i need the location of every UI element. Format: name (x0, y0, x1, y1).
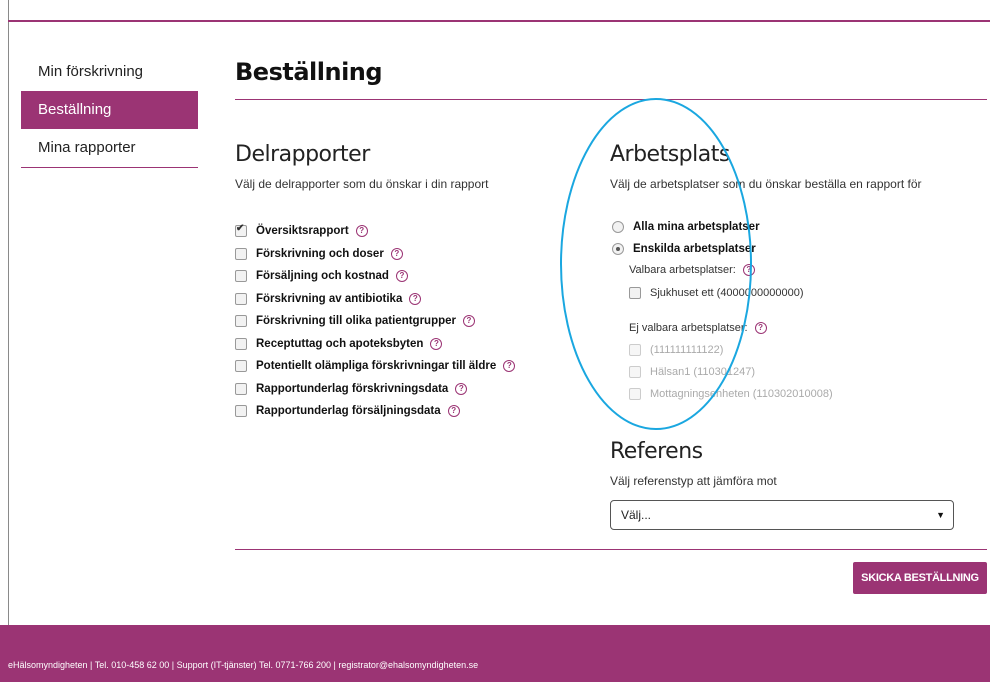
sidebar-divider (21, 167, 198, 168)
list-item: Rapportunderlag försäljningsdata ? (235, 400, 515, 423)
sidebar-item-bestallning[interactable]: Beställning (21, 91, 198, 129)
list-item: Potentiellt olämpliga förskrivningar til… (235, 355, 516, 378)
report-checkbox[interactable] (235, 382, 247, 395)
sidebar-item-mina-rapporter[interactable]: Mina rapporter (21, 129, 198, 167)
help-icon[interactable]: ? (463, 315, 475, 328)
report-label: Rapportunderlag förskrivningsdata (256, 382, 449, 395)
report-label: Förskrivning av antibiotika (256, 292, 403, 305)
report-checkbox[interactable] (235, 360, 247, 373)
report-label: Potentiellt olämpliga förskrivningar til… (256, 360, 497, 373)
help-icon[interactable]: ? (355, 225, 368, 238)
help-icon[interactable]: ? (390, 247, 403, 260)
referens-description: Välj referenstyp att jämföra mot (610, 474, 777, 488)
list-item: Översiktsrapport ? (235, 220, 515, 243)
report-label: Förskrivning och doser (256, 247, 384, 260)
bottom-divider (235, 549, 987, 550)
frame-left-border (8, 0, 9, 625)
delrapporter-list: Översiktsrapport ? Förskrivning och dose… (235, 220, 516, 423)
help-icon[interactable]: ? (754, 322, 767, 334)
page-title: Beställning (235, 58, 383, 86)
list-item: Receptuttag och apoteksbyten ? (235, 333, 515, 356)
report-label: Rapportunderlag försäljningsdata (256, 405, 441, 418)
list-item: Förskrivning av antibiotika ? (235, 288, 515, 311)
header-rule (8, 20, 990, 22)
report-checkbox[interactable] (235, 270, 247, 283)
report-label: Översiktsrapport (256, 225, 349, 238)
list-item: Rapportunderlag förskrivningsdata ? (235, 378, 515, 401)
delrapporter-description: Välj de delrapporter som du önskar i din… (235, 177, 489, 191)
list-item: Försäljning och kostnad ? (235, 265, 515, 288)
list-item: Förskrivning och doser ? (235, 243, 515, 266)
delrapporter-heading: Delrapporter (235, 142, 370, 167)
reference-type-select[interactable]: Välj... ▼ (610, 500, 954, 530)
report-label: Förskrivning till olika patientgrupper (256, 315, 456, 328)
report-checkbox[interactable] (235, 337, 247, 350)
help-icon[interactable]: ? (409, 292, 422, 305)
help-icon[interactable]: ? (395, 270, 408, 283)
report-checkbox[interactable] (235, 247, 247, 260)
reference-select-value: Välj... (621, 508, 652, 522)
help-icon[interactable]: ? (503, 360, 516, 373)
report-checkbox[interactable] (235, 315, 247, 328)
report-checkbox[interactable] (235, 223, 247, 238)
referens-heading: Referens (610, 439, 703, 464)
help-icon[interactable]: ? (455, 382, 468, 395)
report-label: Försäljning och kostnad (256, 270, 389, 283)
footer-text: eHälsomyndigheten | Tel. 010-458 62 00 |… (8, 660, 479, 670)
footer: eHälsomyndigheten | Tel. 010-458 62 00 |… (0, 625, 990, 682)
report-checkbox[interactable] (235, 292, 247, 305)
send-order-button[interactable]: SKICKA BESTÄLLNING (853, 562, 987, 594)
sidebar-item-min-forskrivning[interactable]: Min förskrivning (21, 53, 198, 91)
help-icon[interactable]: ? (430, 337, 443, 350)
highlight-ellipse-annotation (560, 98, 752, 430)
chevron-down-icon: ▼ (936, 510, 945, 520)
list-item: Förskrivning till olika patientgrupper ? (235, 310, 515, 333)
sidebar: Min förskrivning Beställning Mina rappor… (21, 53, 198, 168)
help-icon[interactable]: ? (447, 405, 460, 418)
report-checkbox[interactable] (235, 405, 247, 418)
report-label: Receptuttag och apoteksbyten (256, 337, 424, 350)
